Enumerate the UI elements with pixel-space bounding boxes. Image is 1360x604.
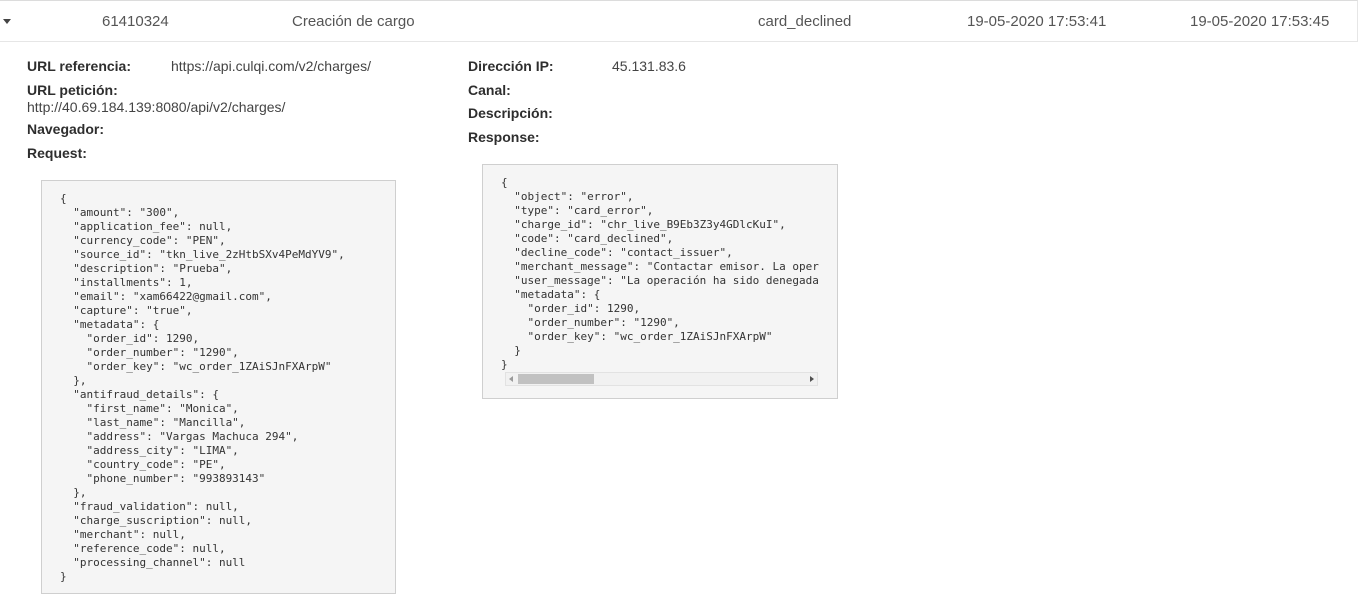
canal-label: Canal: (468, 82, 511, 98)
url-referencia-label: URL referencia: (27, 58, 132, 74)
row-type: Creación de cargo (292, 13, 415, 30)
scrollbar-thumb[interactable] (518, 374, 594, 384)
response-code-box[interactable]: { "object": "error", "type": "card_error… (482, 164, 838, 399)
request-code-box[interactable]: { "amount": "300", "application_fee": nu… (41, 180, 396, 594)
transaction-log-page: 61410324 Creación de cargo card_declined… (0, 0, 1360, 604)
arrow-left-icon[interactable] (509, 376, 513, 382)
url-peticion-label: URL petición: (27, 82, 118, 98)
response-scroll-area[interactable]: { "object": "error", "type": "card_error… (501, 176, 819, 372)
row-updated-at: 19-05-2020 17:53:45 (1190, 13, 1330, 30)
url-referencia-value: https://api.culqi.com/v2/charges/ (171, 58, 371, 74)
response-json: { "object": "error", "type": "card_error… (501, 176, 819, 371)
direccion-ip-value: 45.131.83.6 (612, 58, 686, 74)
transaction-row[interactable]: 61410324 Creación de cargo card_declined… (0, 0, 1358, 42)
url-peticion-value: http://40.69.184.139:8080/api/v2/charges… (27, 99, 286, 115)
descripcion-label: Descripción: (468, 105, 553, 121)
request-label: Request: (27, 145, 87, 161)
direccion-ip-label: Dirección IP: (468, 58, 554, 74)
caret-down-icon[interactable] (3, 19, 11, 24)
request-json: { "amount": "300", "application_fee": nu… (60, 192, 345, 583)
row-id: 61410324 (102, 13, 169, 30)
arrow-right-icon[interactable] (810, 376, 814, 382)
row-created-at: 19-05-2020 17:53:41 (967, 13, 1107, 30)
row-status: card_declined (758, 13, 852, 30)
response-label: Response: (468, 129, 540, 145)
horizontal-scrollbar[interactable] (505, 372, 818, 386)
navegador-label: Navegador: (27, 121, 105, 137)
